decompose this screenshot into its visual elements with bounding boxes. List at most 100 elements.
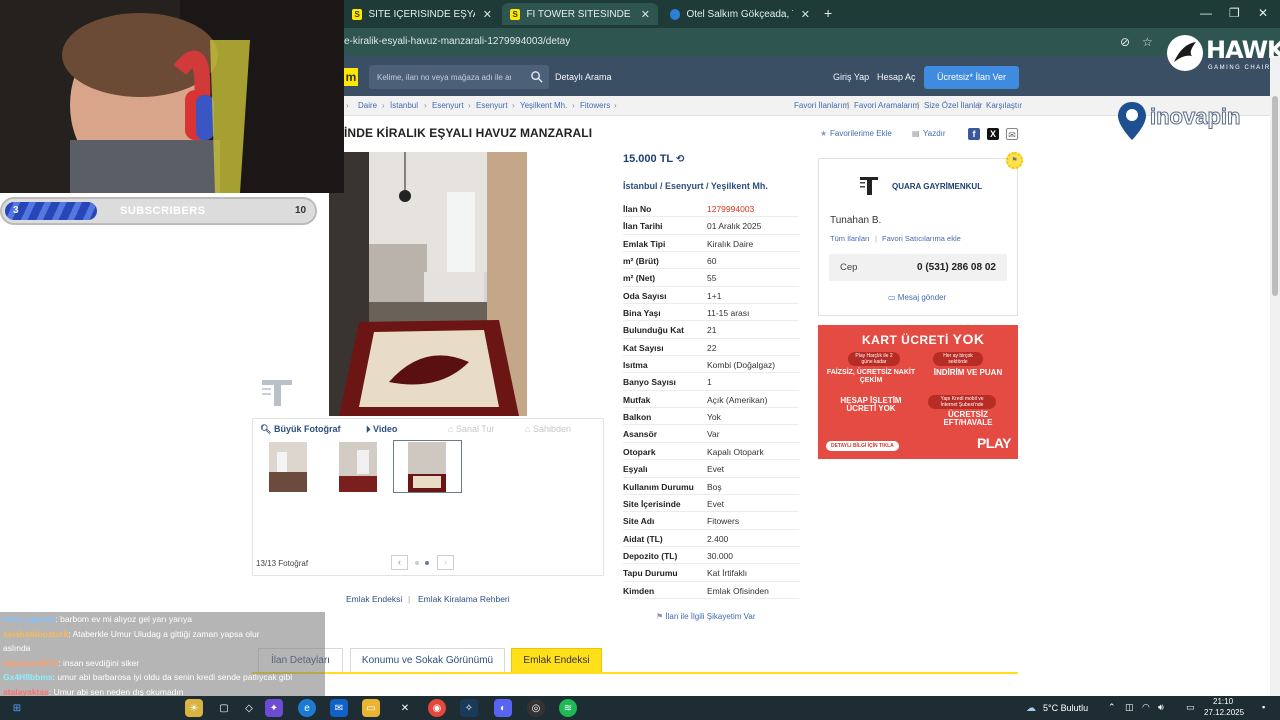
close-icon[interactable]: ✕ [475,8,492,21]
restore-icon[interactable]: ❐ [1229,6,1240,20]
agency-logo[interactable] [858,176,880,196]
page-scrollbar[interactable] [1270,56,1280,696]
search-input[interactable] [369,65,519,89]
breadcrumb-item[interactable]: Yeşilkent Mh. [520,101,567,110]
location-breadcrumb[interactable]: İstanbul / Esenyurt / Yeşilkent Mh. [623,181,768,191]
windows-start-icon[interactable]: ⊞ [8,699,26,717]
facebook-icon[interactable]: f [968,128,980,140]
prev-photo-button[interactable]: ‹ [391,555,408,570]
eye-off-icon[interactable]: ⊘ [1120,35,1130,49]
photo-thumbnail[interactable] [269,442,307,492]
edge-icon[interactable]: e [298,699,316,717]
breadcrumb-item[interactable]: Fitowers [580,101,610,110]
windows-taskbar: ⊞ ☀ ▢ ◇ ✦ e ✉ ▭ ✕ ◉ ✧ ◐ ◎ ≋ ☁ 5°C Bulutl… [0,696,1280,720]
star-icon[interactable]: ☆ [1142,35,1153,49]
detail-value: Kat İrtifaklı [707,568,748,579]
agency-name[interactable]: QUARA GAYRİMENKUL [892,182,982,191]
post-listing-button[interactable]: Ücretsiz* İlan Ver [924,66,1019,89]
network-icon[interactable]: ▭ [1186,702,1195,713]
price: 15.000 TL ⟲ [623,153,685,165]
discord-icon[interactable]: ◐ [494,699,512,717]
close-icon[interactable]: ✕ [793,8,810,21]
cloud-weather-icon[interactable]: ☁ [1022,699,1040,717]
favorite-searches-link[interactable]: Favori Aramalarım [854,101,919,110]
all-listings-link[interactable]: Tüm İlanları [830,234,870,243]
add-favorite-link[interactable]: Favorilerime Ekle [830,129,892,138]
tray-app-icon[interactable]: ◫ [1125,702,1134,713]
close-icon[interactable]: ✕ [633,8,650,21]
ad-cta-button[interactable]: DETAYLI BİLGİ İÇİN TIKLA [826,441,899,451]
chat-text: : insan sevdiğini siker [58,657,140,668]
clock-time[interactable]: 21:10 [1213,697,1233,706]
search-icon[interactable] [530,70,543,83]
new-tab-icon[interactable]: + [824,5,832,21]
breadcrumb-item[interactable]: Daire [358,101,377,110]
wifi-icon[interactable]: ◠ [1142,702,1150,713]
volume-icon[interactable]: 🔊︎ [1158,702,1164,713]
breadcrumb-item[interactable]: İstanbul [390,101,418,110]
compare-link[interactable]: Karşılaştır [986,101,1022,110]
favorite-listings-link[interactable]: Favori İlanlarım [794,101,849,110]
window-close-icon[interactable]: ✕ [1258,6,1268,20]
url-text[interactable]: e-kiralik-esyali-havuz-manzarali-1279994… [344,36,570,47]
taskbar-app-icon[interactable]: ✧ [460,699,478,717]
login-link[interactable]: Giriş Yap [833,72,869,82]
report-listing-link[interactable]: ⚑ İlan ile İlgili Şikayetim Var [656,612,756,621]
search-box[interactable] [369,65,549,89]
copilot-icon[interactable]: ✦ [265,699,283,717]
detail-row: Banyo Sayısı 1 [623,373,799,391]
ad-banner[interactable]: KART ÜCRETİ YOK Play Harçlık ile 2 güne … [818,325,1018,459]
tab-site-icerisinde[interactable]: S SİTE İÇERİSİNDE EŞYALI KİRALIK ✕ [344,3,500,25]
large-photo-button[interactable]: 🔍︎ Büyük Fotoğraf [260,424,340,435]
tab-location-street-view[interactable]: Konumu ve Sokak Görünümü [350,648,505,672]
file-explorer-icon[interactable]: ▭ [362,699,380,717]
chat-message: aslında [3,643,30,654]
phone-number[interactable]: 0 (531) 286 08 02 [917,262,996,273]
notifications-icon[interactable]: ▪ [1262,702,1265,712]
video-button[interactable]: ⏵ Video [366,424,397,435]
print-link[interactable]: Yazdır [923,129,946,138]
tab-label: Otel Salkım Gökçeada, Türkiye [686,8,792,20]
chrome-icon[interactable]: ◉ [428,699,446,717]
scroll-thumb[interactable] [1272,96,1278,296]
obs-icon[interactable]: ◎ [527,699,545,717]
favorite-seller-link[interactable]: Favori Satıcılarıma ekle [882,234,961,243]
tray-chevron-icon[interactable]: ⌃ [1108,702,1116,713]
advanced-search-link[interactable]: Detaylı Arama [555,72,612,82]
pager-dot-active[interactable] [425,561,429,565]
email-icon[interactable]: ✉ [1006,128,1018,140]
detail-value: Emlak Ofisinden [707,585,769,596]
tab-real-estate-index[interactable]: Emlak Endeksi [511,648,602,672]
xbox-icon[interactable]: ✕ [396,699,414,717]
x-twitter-icon[interactable]: X [987,128,999,140]
widgets-icon[interactable]: ☀ [185,699,203,717]
photo-thumbnail[interactable] [339,442,377,492]
rental-guide-link[interactable]: Emlak Kiralama Rehberi [418,594,510,604]
send-message-button[interactable]: ▭ Mesaj gönder [888,293,946,302]
spotify-icon[interactable]: ≋ [559,699,577,717]
real-estate-index-link[interactable]: Emlak Endeksi [346,594,402,604]
subscriber-current: 3 [13,205,19,216]
pager-dot[interactable] [415,561,419,565]
photo-thumbnail[interactable] [408,442,446,492]
tab-otel-salkim[interactable]: Otel Salkım Gökçeada, Türkiye ✕ [662,3,818,25]
outlook-icon[interactable]: ✉ [330,699,348,717]
chat-message: Oguzhan0014: insan sevdiğini siker [3,658,139,669]
clock-date[interactable]: 27.12.2025 [1204,708,1244,717]
minimize-icon[interactable]: — [1200,6,1212,20]
main-photo[interactable] [329,152,527,416]
next-photo-button[interactable]: › [437,555,454,570]
register-link[interactable]: Hesap Aç [877,72,916,82]
tab-fi-tower[interactable]: S Fİ TOWER SİTESİNDE KİRALIK EŞ ✕ [502,3,658,25]
detail-value: Kapalı Otopark [707,446,764,457]
taskbar-app-icon[interactable]: ◇ [240,699,258,717]
agency-watermark-logo [260,378,294,408]
globe-favicon-icon [670,8,681,20]
site-logo[interactable]: m [344,68,358,86]
special-listings-link[interactable]: Size Özel İlanlar [924,101,982,110]
breadcrumb-item[interactable]: Esenyurt [432,101,464,110]
breadcrumb-item[interactable]: Esenyurt [476,101,508,110]
weather-text[interactable]: 5°C Bulutlu [1043,703,1088,713]
history-icon[interactable]: ⟲ [676,154,684,165]
task-view-icon[interactable]: ▢ [215,699,233,717]
